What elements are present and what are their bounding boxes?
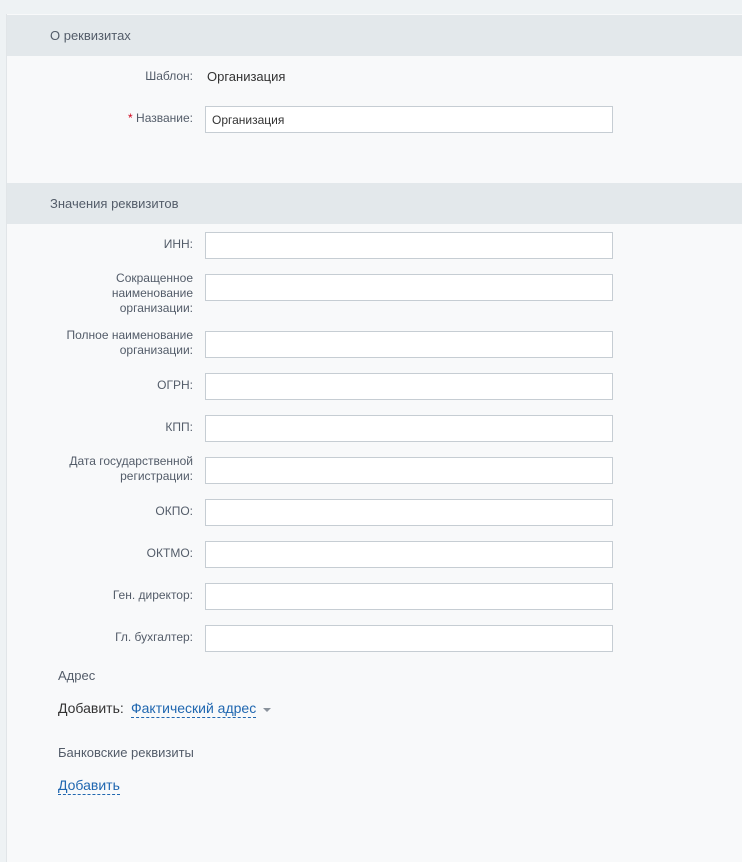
- section-title-about: О реквизитах: [50, 28, 131, 43]
- name-input[interactable]: [205, 106, 613, 133]
- name-label: Название:: [136, 111, 193, 125]
- chief-accountant-input[interactable]: [205, 625, 613, 652]
- kpp-input[interactable]: [205, 415, 613, 442]
- field-label-inn: ИНН:: [163, 237, 193, 251]
- template-label: Шаблон:: [145, 69, 193, 83]
- field-label-ceo: Ген. директор:: [112, 588, 193, 602]
- full-name-input[interactable]: [205, 331, 613, 358]
- address-add-label: Добавить:: [58, 700, 124, 716]
- oktmo-input[interactable]: [205, 541, 613, 568]
- section-header-about: О реквизитах: [7, 15, 742, 56]
- section-title-values: Значения реквизитов: [50, 196, 179, 211]
- add-actual-address-link[interactable]: Фактический адрес: [131, 700, 257, 718]
- field-label-short-name: Сокращенное наименование организации:: [111, 271, 193, 315]
- template-value: Организация: [207, 69, 286, 84]
- chevron-down-icon[interactable]: [263, 708, 271, 712]
- section-header-values: Значения реквизитов: [7, 183, 742, 224]
- address-title: Адрес: [58, 668, 96, 683]
- field-label-full-name: Полное наименование организации:: [66, 328, 194, 357]
- add-bank-details-link[interactable]: Добавить: [58, 777, 120, 795]
- okpo-input[interactable]: [205, 499, 613, 526]
- registration-date-input[interactable]: [205, 457, 613, 484]
- ceo-input[interactable]: [205, 583, 613, 610]
- field-label-ogrn: ОГРН:: [157, 378, 193, 392]
- field-label-kpp: КПП:: [165, 420, 193, 434]
- field-label-registration-date: Дата государственной регистрации:: [69, 454, 193, 483]
- field-label-chief-accountant: Гл. бухгалтер:: [115, 630, 193, 644]
- inn-input[interactable]: [205, 232, 613, 259]
- field-label-okpo: ОКПО:: [155, 504, 193, 518]
- bank-title: Банковские реквизиты: [58, 745, 194, 760]
- short-name-input[interactable]: [205, 274, 613, 301]
- requisites-panel: О реквизитах Шаблон: Организация * Назва…: [6, 14, 742, 862]
- name-label-row: * Название:: [23, 111, 193, 126]
- ogrn-input[interactable]: [205, 373, 613, 400]
- required-mark: *: [128, 111, 133, 125]
- field-label-oktmo: ОКТМО:: [146, 546, 193, 560]
